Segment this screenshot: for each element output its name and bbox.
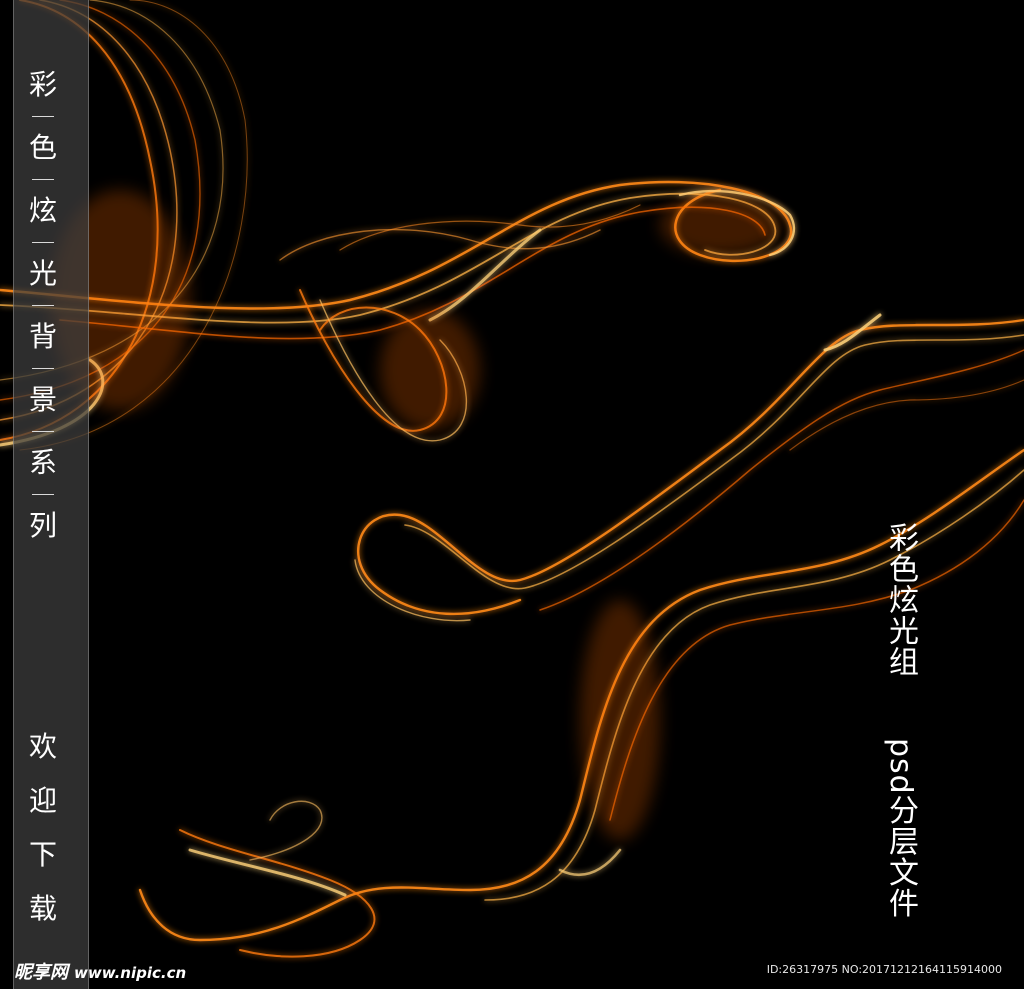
vertical-title: 彩 色 炫 光 背 景 系 列 xyxy=(16,68,70,543)
title-char: 彩 xyxy=(28,68,57,101)
right-caption-line1: 彩色炫光组 xyxy=(883,522,918,677)
welcome-char: 迎 xyxy=(28,784,57,817)
title-char: 背 xyxy=(28,320,57,353)
welcome-char: 载 xyxy=(28,892,57,925)
vertical-welcome-text: 欢 迎 下 载 xyxy=(16,730,70,946)
title-divider xyxy=(32,494,54,495)
glow-accents xyxy=(50,190,780,840)
watermark-url: www.nipic.cn xyxy=(74,964,187,982)
title-divider xyxy=(32,431,54,432)
welcome-char: 欢 xyxy=(28,730,57,763)
watermark-logo: 昵享网 www.nipic.cn xyxy=(14,958,186,984)
title-divider xyxy=(32,368,54,369)
title-char: 景 xyxy=(28,383,57,416)
title-divider xyxy=(32,242,54,243)
title-divider xyxy=(32,179,54,180)
title-char: 炫 xyxy=(28,194,57,227)
image-id-text: ID:26317975 NO:20171212164115914000 xyxy=(766,963,1002,976)
title-char: 列 xyxy=(28,509,57,542)
title-char: 光 xyxy=(28,257,57,290)
right-caption-line2: psd分层文件 xyxy=(883,738,918,919)
orange-light-swirls-artwork xyxy=(0,0,1024,958)
watermark-brand: 昵享网 xyxy=(14,962,68,983)
title-char: 系 xyxy=(28,446,57,479)
title-divider xyxy=(32,305,54,306)
welcome-char: 下 xyxy=(28,838,57,871)
title-divider xyxy=(32,116,54,117)
title-char: 色 xyxy=(28,131,57,164)
